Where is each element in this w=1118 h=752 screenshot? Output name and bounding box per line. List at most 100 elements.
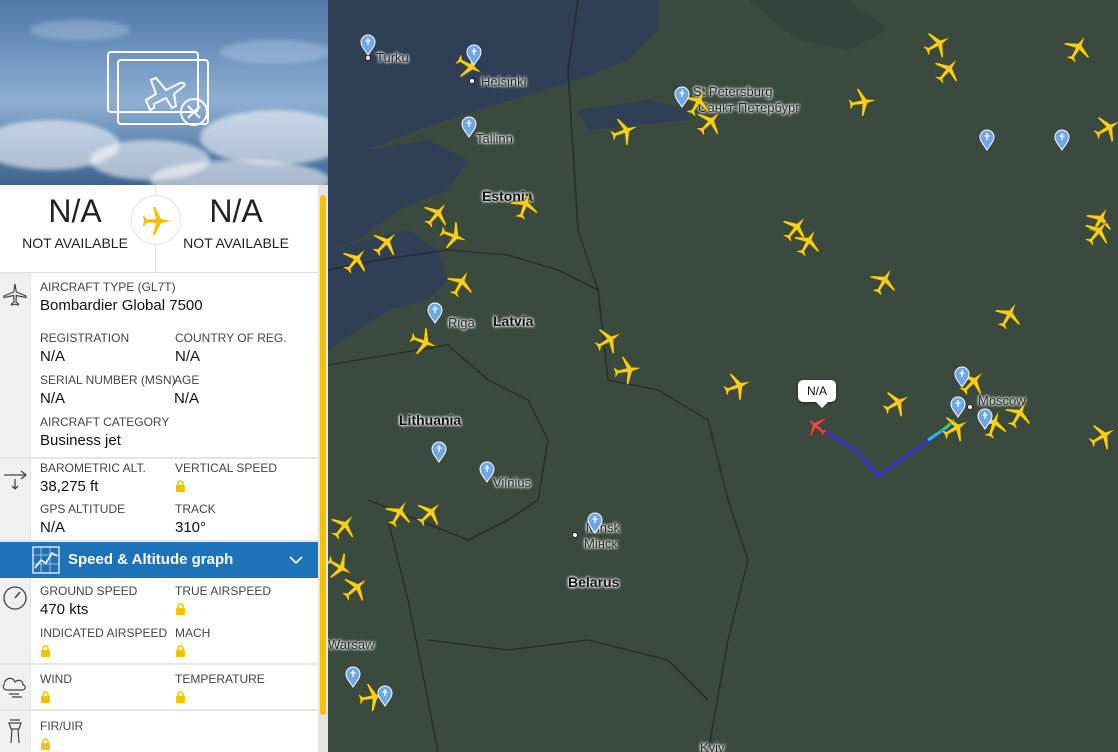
temperature-label: TEMPERATURE [175,672,265,686]
aircraft-icon[interactable] [414,497,446,529]
aircraft-icon[interactable] [445,267,477,299]
aircraft-section: AIRCRAFT TYPE (GL7T) Bombardier Global 75… [0,273,318,459]
destination-code: N/A [209,193,263,229]
airport-marker-icon[interactable] [360,34,376,56]
aircraft-icon[interactable] [509,189,541,221]
destination-name: NOT AVAILABLE [183,235,289,251]
airport-marker-icon[interactable] [1054,129,1070,151]
aircraft-type-label: AIRCRAFT TYPE (GL7T) [40,280,176,294]
aircraft-icon[interactable] [868,265,900,297]
country-of-reg-value: N/A [175,348,201,365]
aircraft-icon[interactable] [438,220,470,252]
weather-section: WIND TEMPERATURE [0,665,318,711]
city-label-turku: Turku [376,50,409,65]
airport-marker-icon[interactable] [674,86,690,108]
barometric-alt-label: BAROMETRIC ALT. [40,461,146,475]
fir-uir-label: FIR/UIR [40,719,84,733]
airport-marker-icon[interactable] [587,512,603,534]
city-label-warsaw: Warsaw [328,637,375,652]
aircraft-icon[interactable] [881,387,913,419]
city-label-vilnius: Vilnius [493,475,532,490]
aircraft-icon[interactable] [847,86,879,118]
aircraft-category-value: Business jet [40,432,121,449]
indicated-airspeed-label: INDICATED AIRSPEED [40,626,168,640]
aircraft-icon[interactable] [408,326,440,358]
airport-marker-icon[interactable] [466,44,482,66]
aircraft-icon[interactable] [722,370,754,402]
vertical-speed-lock-icon[interactable] [175,479,186,497]
aircraft-icon[interactable] [1062,32,1094,64]
selected-aircraft-icon[interactable] [803,413,829,439]
aircraft-icon[interactable] [593,324,625,356]
aircraft-icon[interactable] [993,299,1025,331]
city-label-helsinki: Helsinki [481,74,527,89]
track-label: TRACK [175,502,216,516]
aircraft-icon[interactable] [932,54,964,86]
aircraft-icon[interactable] [1087,420,1118,452]
panel-scrollbar[interactable] [318,185,328,752]
altitude-section: BAROMETRIC ALT. 38,275 ft VERTICAL SPEED … [0,459,318,542]
scrollbar-thumb[interactable] [320,195,326,715]
airport-marker-icon[interactable] [979,129,995,151]
altitude-icon [4,470,28,490]
airport-marker-icon[interactable] [479,461,495,483]
wind-label: WIND [40,672,72,686]
temperature-lock-icon[interactable] [175,690,186,708]
city-label-tallinn: Tallinn [476,131,513,146]
serial-number-value: N/A [40,390,66,407]
no-photo-icon [107,51,209,126]
wind-lock-icon[interactable] [40,690,51,708]
age-label: AGE [174,373,200,387]
city-label-riga: Riga [448,315,475,330]
airport-marker-icon[interactable] [377,685,393,707]
flight-map[interactable]: Estonia Latvia Lithuania Belarus Turku H… [328,0,1118,752]
chevron-down-icon [289,556,303,565]
route-summary: N/A NOT AVAILABLE N/A NOT AVAILABLE [0,185,318,273]
registration-label: REGISTRATION [40,331,130,345]
aircraft-photo-placeholder [0,0,328,185]
airport-marker-icon[interactable] [431,441,447,463]
country-label-belarus: Belarus [568,574,620,590]
ground-speed-value: 470 kts [40,601,89,618]
origin-code: N/A [48,193,102,229]
airport-marker-icon[interactable] [954,366,970,388]
airport-marker-icon[interactable] [345,666,361,688]
barometric-alt-value: 38,275 ft [40,478,99,495]
graph-icon [32,546,60,574]
registration-value: N/A [40,348,66,365]
aircraft-icon[interactable] [340,244,372,276]
true-airspeed-label: TRUE AIRSPEED [175,584,272,598]
fir-uir-lock-icon[interactable] [40,737,51,752]
speed-altitude-graph-button[interactable]: Speed & Altitude graph [0,542,318,578]
country-of-reg-label: COUNTRY OF REG. [175,331,287,345]
city-label-kyiv: Kyiv [700,740,725,752]
airport-marker-icon[interactable] [950,396,966,418]
indicated-airspeed-lock-icon[interactable] [40,644,51,662]
city-dot-moscow [967,404,973,410]
true-airspeed-lock-icon[interactable] [175,602,186,620]
aircraft-icon[interactable] [612,354,644,386]
aircraft-icon[interactable] [1092,112,1118,144]
gps-altitude-label: GPS ALTITUDE [40,502,126,516]
country-label-latvia: Latvia [493,313,534,329]
mach-lock-icon[interactable] [175,644,186,662]
track-value: 310° [175,519,207,536]
airport-marker-icon[interactable] [461,116,477,138]
airplane-icon [143,207,171,235]
airport-marker-icon[interactable] [427,302,443,324]
serial-number-label: SERIAL NUMBER (MSN) [40,373,176,387]
origin-name: NOT AVAILABLE [22,235,128,251]
city-label-minsk-cyrillic: Мінск [584,536,618,551]
aircraft-type-value: Bombardier Global 7500 [40,297,203,314]
aircraft-icon[interactable] [328,510,360,542]
aircraft-icon[interactable] [609,115,641,147]
aircraft-icon[interactable] [1082,216,1114,248]
route-plane-badge [131,195,181,245]
selected-flight-tooltip[interactable]: N/A [798,380,837,408]
aircraft-icon[interactable] [792,226,824,258]
aircraft-icon[interactable] [328,551,356,583]
fir-section: FIR/UIR [0,711,318,752]
country-label-lithuania: Lithuania [399,412,462,428]
ground-speed-label: GROUND SPEED [40,584,138,598]
airport-marker-icon[interactable] [977,408,993,430]
